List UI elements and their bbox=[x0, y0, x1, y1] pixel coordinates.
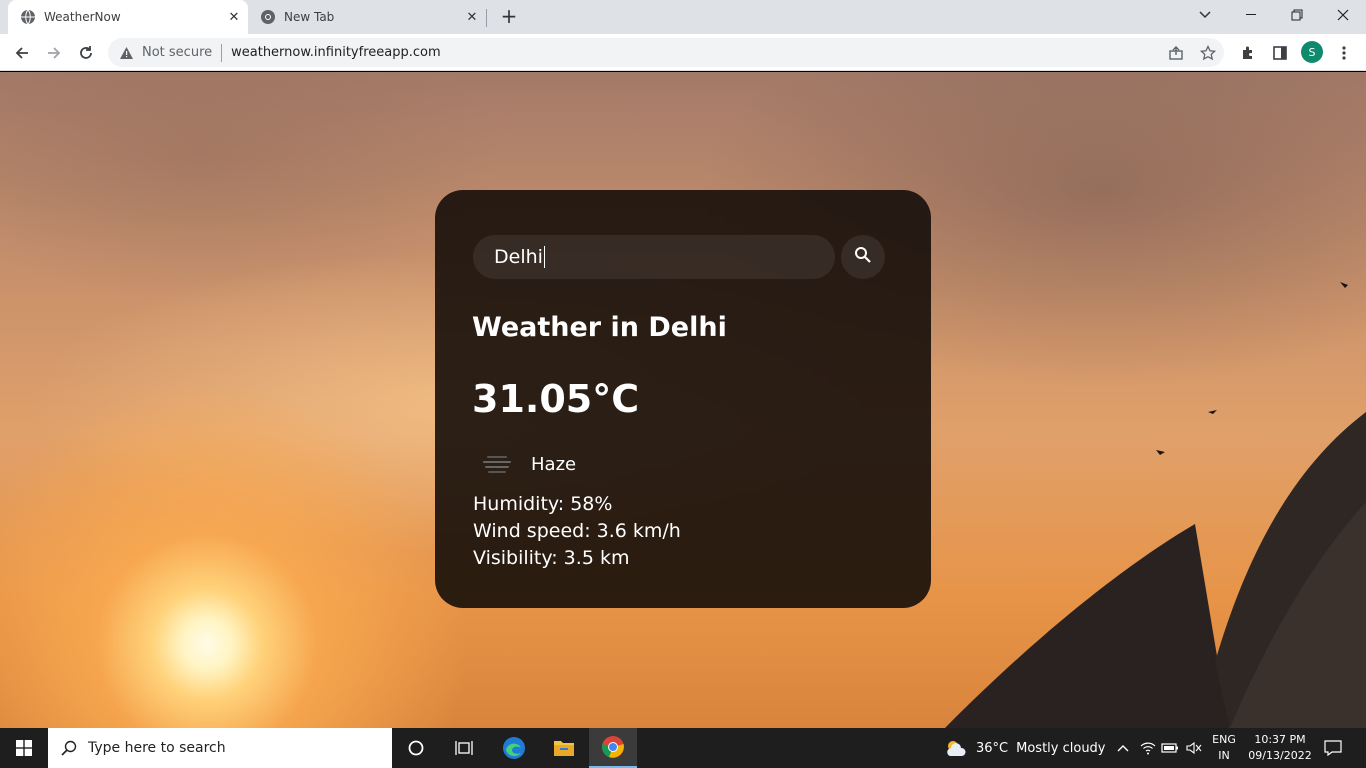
visibility-text: Visibility: 3.5 km bbox=[473, 547, 630, 569]
clock-date: 09/13/2022 bbox=[1248, 749, 1312, 762]
edge-icon[interactable] bbox=[490, 728, 538, 768]
wind-speed-text: Wind speed: 3.6 km/h bbox=[473, 520, 681, 542]
taskbar-search-box[interactable]: Type here to search bbox=[48, 728, 392, 768]
globe-icon bbox=[20, 9, 36, 25]
new-tab-button[interactable]: + bbox=[498, 6, 520, 28]
menu-kebab-icon[interactable] bbox=[1333, 42, 1355, 64]
volume-muted-icon[interactable] bbox=[1185, 739, 1203, 757]
back-arrow-icon[interactable] bbox=[9, 40, 35, 66]
taskbar-weather-widget[interactable]: 36°C Mostly cloudy bbox=[944, 728, 1106, 768]
bird-icon bbox=[1156, 450, 1165, 455]
windows-taskbar: Type here to search 36°C Mostly cloudy E… bbox=[0, 728, 1366, 768]
temperature: 31.05°C bbox=[472, 377, 640, 421]
weather-card: Delhi Weather in Delhi 31.05°C Haze Humi… bbox=[435, 190, 931, 608]
chrome-taskbar-icon[interactable] bbox=[589, 728, 637, 768]
city-search-input[interactable]: Delhi bbox=[473, 235, 835, 279]
text-caret bbox=[543, 246, 545, 268]
warning-icon[interactable] bbox=[118, 45, 134, 61]
share-icon[interactable] bbox=[1165, 42, 1187, 64]
humidity-text: Humidity: 58% bbox=[473, 493, 613, 515]
search-icon bbox=[854, 246, 872, 268]
tab-title: New Tab bbox=[284, 10, 335, 24]
tab-search-chevron-icon[interactable] bbox=[1182, 0, 1228, 30]
notification-center-icon[interactable] bbox=[1320, 736, 1346, 760]
weather-page-background: Delhi Weather in Delhi 31.05°C Haze Humi… bbox=[0, 72, 1366, 728]
close-tab-icon[interactable]: ✕ bbox=[464, 9, 480, 25]
weather-description: Haze bbox=[531, 454, 577, 475]
extensions-puzzle-icon[interactable] bbox=[1237, 42, 1259, 64]
lang-code: ENG bbox=[1212, 733, 1236, 746]
windows-start-icon[interactable] bbox=[0, 728, 48, 768]
tab-divider bbox=[486, 9, 487, 27]
battery-icon[interactable] bbox=[1161, 739, 1179, 757]
wifi-icon[interactable] bbox=[1139, 739, 1157, 757]
omnibox-divider bbox=[221, 43, 223, 62]
taskbar-search-placeholder: Type here to search bbox=[88, 740, 226, 756]
bird-icon bbox=[1208, 410, 1217, 414]
taskbar-temp: 36°C bbox=[976, 740, 1009, 756]
browser-toolbar: Not secure weathernow.infinityfreeapp.co… bbox=[0, 34, 1366, 71]
address-bar[interactable]: Not secure weathernow.infinityfreeapp.co… bbox=[108, 38, 1224, 67]
language-indicator[interactable]: ENG IN bbox=[1210, 732, 1238, 764]
search-button[interactable] bbox=[841, 235, 885, 279]
bird-icon bbox=[1340, 282, 1348, 288]
partly-cloudy-icon bbox=[944, 738, 968, 758]
security-status[interactable]: Not secure bbox=[142, 45, 212, 60]
clock-time: 10:37 PM bbox=[1254, 733, 1306, 746]
minimize-icon[interactable] bbox=[1228, 0, 1274, 30]
taskbar-condition: Mostly cloudy bbox=[1016, 740, 1106, 756]
tab-weathernow[interactable]: WeatherNow ✕ bbox=[8, 0, 248, 34]
restore-icon[interactable] bbox=[1274, 0, 1320, 30]
tab-new-tab[interactable]: New Tab ✕ bbox=[248, 0, 486, 34]
close-tab-icon[interactable]: ✕ bbox=[226, 9, 242, 25]
side-panel-icon[interactable] bbox=[1269, 42, 1291, 64]
file-explorer-icon[interactable] bbox=[540, 728, 588, 768]
system-clock[interactable]: 10:37 PM 09/13/2022 bbox=[1244, 732, 1316, 764]
haze-icon bbox=[479, 452, 515, 478]
bookmark-star-icon[interactable] bbox=[1197, 42, 1219, 64]
profile-avatar[interactable]: S bbox=[1301, 41, 1323, 63]
weather-title: Weather in Delhi bbox=[472, 312, 727, 343]
cortana-icon[interactable] bbox=[392, 728, 440, 768]
task-view-icon[interactable] bbox=[440, 728, 488, 768]
close-window-icon[interactable] bbox=[1320, 0, 1366, 30]
forward-arrow-icon[interactable] bbox=[41, 40, 67, 66]
chrome-icon bbox=[260, 9, 276, 25]
chevron-up-icon[interactable] bbox=[1114, 739, 1132, 757]
tab-title: WeatherNow bbox=[44, 10, 121, 24]
browser-tab-strip: WeatherNow ✕ New Tab ✕ + bbox=[0, 0, 1366, 34]
search-icon bbox=[60, 739, 78, 757]
region-code: IN bbox=[1218, 749, 1230, 762]
reload-icon[interactable] bbox=[73, 40, 99, 66]
url-text[interactable]: weathernow.infinityfreeapp.com bbox=[231, 45, 441, 60]
search-input-value: Delhi bbox=[494, 246, 543, 268]
